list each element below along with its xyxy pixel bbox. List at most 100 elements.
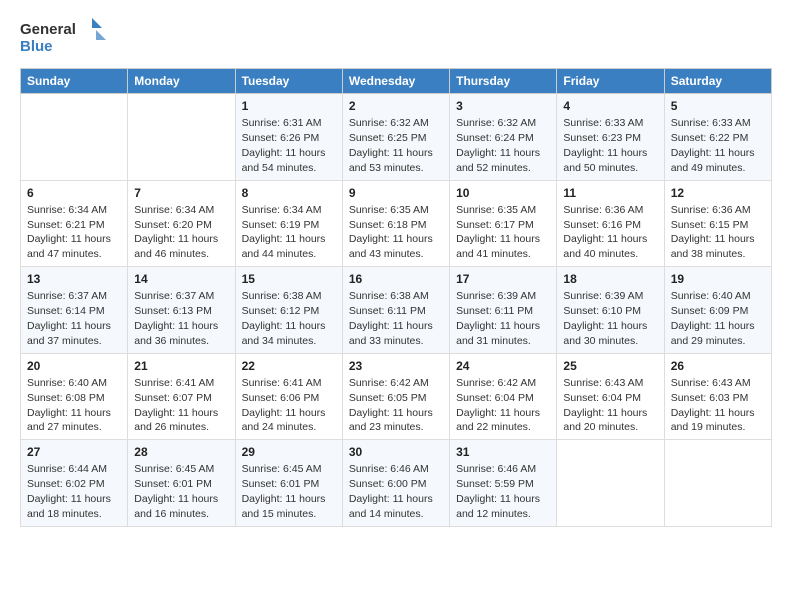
day-header-sunday: Sunday <box>21 69 128 94</box>
day-number: 14 <box>134 271 228 287</box>
day-cell: 3Sunrise: 6:32 AM Sunset: 6:24 PM Daylig… <box>450 94 557 181</box>
day-cell: 1Sunrise: 6:31 AM Sunset: 6:26 PM Daylig… <box>235 94 342 181</box>
day-number: 23 <box>349 358 443 374</box>
day-cell: 5 Sunrise: 6:33 AM Sunset: 6:22 PM Daylig… <box>664 94 771 181</box>
day-info: Sunrise: 6:37 AM Sunset: 6:14 PM Dayligh… <box>27 290 111 347</box>
day-header-tuesday: Tuesday <box>235 69 342 94</box>
day-cell <box>128 94 235 181</box>
day-number: 25 <box>563 358 657 374</box>
day-info: Sunrise: 6:40 AM Sunset: 6:08 PM Dayligh… <box>27 377 111 434</box>
day-header-wednesday: Wednesday <box>342 69 449 94</box>
week-row-1: 1Sunrise: 6:31 AM Sunset: 6:26 PM Daylig… <box>21 94 772 181</box>
day-cell: 8 Sunrise: 6:34 AM Sunset: 6:19 PM Daylig… <box>235 180 342 267</box>
day-number: 22 <box>242 358 336 374</box>
day-cell: 18 Sunrise: 6:39 AM Sunset: 6:10 PM Dayli… <box>557 267 664 354</box>
day-header-thursday: Thursday <box>450 69 557 94</box>
day-number: 31 <box>456 444 550 460</box>
day-cell: 27 Sunrise: 6:44 AM Sunset: 6:02 PM Dayli… <box>21 440 128 527</box>
day-header-friday: Friday <box>557 69 664 94</box>
day-number: 24 <box>456 358 550 374</box>
day-header-saturday: Saturday <box>664 69 771 94</box>
day-number: 29 <box>242 444 336 460</box>
day-cell: 6 Sunrise: 6:34 AM Sunset: 6:21 PM Daylig… <box>21 180 128 267</box>
day-number: 10 <box>456 185 550 201</box>
day-info: Sunrise: 6:39 AM Sunset: 6:11 PM Dayligh… <box>456 290 540 347</box>
day-info: Sunrise: 6:46 AM Sunset: 6:00 PM Dayligh… <box>349 463 433 520</box>
day-cell: 13 Sunrise: 6:37 AM Sunset: 6:14 PM Dayli… <box>21 267 128 354</box>
day-number: 3 <box>456 98 550 114</box>
day-cell: 23 Sunrise: 6:42 AM Sunset: 6:05 PM Dayli… <box>342 353 449 440</box>
day-info: Sunrise: 6:43 AM Sunset: 6:04 PM Dayligh… <box>563 377 647 434</box>
day-info: Sunrise: 6:34 AM Sunset: 6:21 PM Dayligh… <box>27 204 111 261</box>
day-info: Sunrise: 6:37 AM Sunset: 6:13 PM Dayligh… <box>134 290 218 347</box>
svg-text:Blue: Blue <box>20 38 53 55</box>
day-info: Sunrise: 6:43 AM Sunset: 6:03 PM Dayligh… <box>671 377 755 434</box>
week-row-2: 6 Sunrise: 6:34 AM Sunset: 6:21 PM Daylig… <box>21 180 772 267</box>
day-cell: 11 Sunrise: 6:36 AM Sunset: 6:16 PM Dayli… <box>557 180 664 267</box>
day-number: 15 <box>242 271 336 287</box>
days-header-row: SundayMondayTuesdayWednesdayThursdayFrid… <box>21 69 772 94</box>
day-cell: 21 Sunrise: 6:41 AM Sunset: 6:07 PM Dayli… <box>128 353 235 440</box>
day-cell: 2 Sunrise: 6:32 AM Sunset: 6:25 PM Daylig… <box>342 94 449 181</box>
day-cell: 15 Sunrise: 6:38 AM Sunset: 6:12 PM Dayli… <box>235 267 342 354</box>
logo-svg: General Blue <box>20 16 110 58</box>
day-info: Sunrise: 6:46 AM Sunset: 5:59 PM Dayligh… <box>456 463 540 520</box>
day-info: Sunrise: 6:42 AM Sunset: 6:04 PM Dayligh… <box>456 377 540 434</box>
day-info: Sunrise: 6:42 AM Sunset: 6:05 PM Dayligh… <box>349 377 433 434</box>
page: General Blue SundayMondayTuesdayWednesda… <box>0 0 792 612</box>
day-number: 5 <box>671 98 765 114</box>
day-number: 4 <box>563 98 657 114</box>
day-cell: 26 Sunrise: 6:43 AM Sunset: 6:03 PM Dayli… <box>664 353 771 440</box>
day-cell: 19Sunrise: 6:40 AM Sunset: 6:09 PM Dayli… <box>664 267 771 354</box>
day-info: Sunrise: 6:32 AM Sunset: 6:25 PM Dayligh… <box>349 117 433 174</box>
day-cell: 14 Sunrise: 6:37 AM Sunset: 6:13 PM Dayli… <box>128 267 235 354</box>
day-cell: 17 Sunrise: 6:39 AM Sunset: 6:11 PM Dayli… <box>450 267 557 354</box>
day-cell: 16 Sunrise: 6:38 AM Sunset: 6:11 PM Dayli… <box>342 267 449 354</box>
day-header-monday: Monday <box>128 69 235 94</box>
day-number: 26 <box>671 358 765 374</box>
day-number: 16 <box>349 271 443 287</box>
day-number: 21 <box>134 358 228 374</box>
week-row-5: 27 Sunrise: 6:44 AM Sunset: 6:02 PM Dayli… <box>21 440 772 527</box>
header: General Blue <box>20 16 772 58</box>
week-row-4: 20Sunrise: 6:40 AM Sunset: 6:08 PM Dayli… <box>21 353 772 440</box>
day-number: 2 <box>349 98 443 114</box>
day-info: Sunrise: 6:33 AM Sunset: 6:22 PM Dayligh… <box>671 117 755 174</box>
day-number: 27 <box>27 444 121 460</box>
day-info: Sunrise: 6:34 AM Sunset: 6:19 PM Dayligh… <box>242 204 326 261</box>
day-number: 13 <box>27 271 121 287</box>
day-info: Sunrise: 6:45 AM Sunset: 6:01 PM Dayligh… <box>134 463 218 520</box>
day-info: Sunrise: 6:34 AM Sunset: 6:20 PM Dayligh… <box>134 204 218 261</box>
day-number: 30 <box>349 444 443 460</box>
day-number: 8 <box>242 185 336 201</box>
day-info: Sunrise: 6:36 AM Sunset: 6:15 PM Dayligh… <box>671 204 755 261</box>
day-cell: 4 Sunrise: 6:33 AM Sunset: 6:23 PM Daylig… <box>557 94 664 181</box>
day-cell: 24 Sunrise: 6:42 AM Sunset: 6:04 PM Dayli… <box>450 353 557 440</box>
day-info: Sunrise: 6:31 AM Sunset: 6:26 PM Dayligh… <box>242 117 326 174</box>
day-number: 6 <box>27 185 121 201</box>
day-cell: 25 Sunrise: 6:43 AM Sunset: 6:04 PM Dayli… <box>557 353 664 440</box>
day-cell: 31 Sunrise: 6:46 AM Sunset: 5:59 PM Dayli… <box>450 440 557 527</box>
logo: General Blue <box>20 16 110 58</box>
day-info: Sunrise: 6:33 AM Sunset: 6:23 PM Dayligh… <box>563 117 647 174</box>
day-info: Sunrise: 6:44 AM Sunset: 6:02 PM Dayligh… <box>27 463 111 520</box>
day-cell: 10Sunrise: 6:35 AM Sunset: 6:17 PM Dayli… <box>450 180 557 267</box>
day-number: 7 <box>134 185 228 201</box>
day-cell: 22 Sunrise: 6:41 AM Sunset: 6:06 PM Dayli… <box>235 353 342 440</box>
day-info: Sunrise: 6:36 AM Sunset: 6:16 PM Dayligh… <box>563 204 647 261</box>
day-number: 18 <box>563 271 657 287</box>
week-row-3: 13 Sunrise: 6:37 AM Sunset: 6:14 PM Dayli… <box>21 267 772 354</box>
day-info: Sunrise: 6:41 AM Sunset: 6:07 PM Dayligh… <box>134 377 218 434</box>
day-number: 28 <box>134 444 228 460</box>
day-cell: 7 Sunrise: 6:34 AM Sunset: 6:20 PM Daylig… <box>128 180 235 267</box>
day-info: Sunrise: 6:41 AM Sunset: 6:06 PM Dayligh… <box>242 377 326 434</box>
day-cell: 29Sunrise: 6:45 AM Sunset: 6:01 PM Dayli… <box>235 440 342 527</box>
day-cell: 20Sunrise: 6:40 AM Sunset: 6:08 PM Dayli… <box>21 353 128 440</box>
day-info: Sunrise: 6:38 AM Sunset: 6:11 PM Dayligh… <box>349 290 433 347</box>
day-info: Sunrise: 6:40 AM Sunset: 6:09 PM Dayligh… <box>671 290 755 347</box>
day-info: Sunrise: 6:39 AM Sunset: 6:10 PM Dayligh… <box>563 290 647 347</box>
day-number: 17 <box>456 271 550 287</box>
calendar-table: SundayMondayTuesdayWednesdayThursdayFrid… <box>20 68 772 527</box>
day-number: 11 <box>563 185 657 201</box>
day-info: Sunrise: 6:38 AM Sunset: 6:12 PM Dayligh… <box>242 290 326 347</box>
